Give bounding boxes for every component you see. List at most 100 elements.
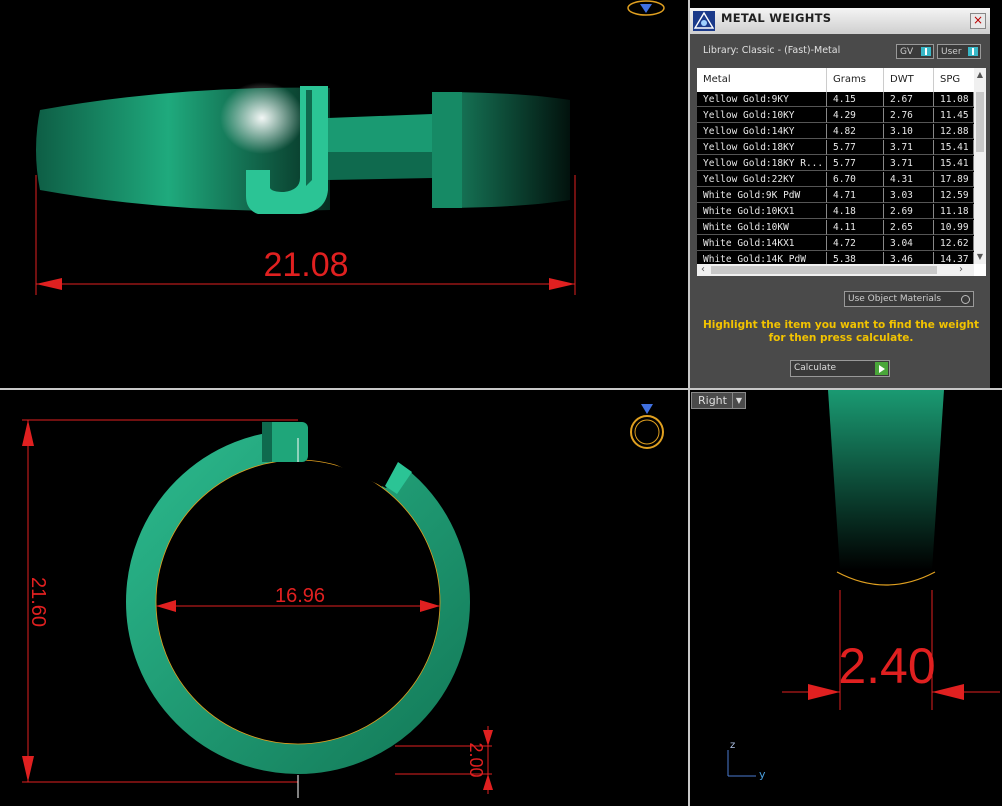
column-spg[interactable]: SPG (934, 68, 974, 92)
table-cell: 4.15 (827, 92, 884, 107)
table-cell: Yellow Gold:10KY (697, 108, 827, 123)
viewport-front[interactable]: 21.60 16.96 2.00 (0, 390, 688, 806)
table-row[interactable]: Yellow Gold:9KY 4.15 2.67 11.08 (697, 92, 974, 108)
radio-icon (961, 295, 970, 304)
scroll-thumb[interactable] (976, 92, 984, 152)
table-row[interactable]: White Gold:14KX1 4.72 3.04 12.62 (697, 236, 974, 252)
table-row[interactable]: White Gold:9K PdW 4.71 3.03 12.59 (697, 188, 974, 204)
table-cell: 4.72 (827, 236, 884, 251)
column-metal[interactable]: Metal (697, 68, 827, 92)
view-selector-label: Right (698, 394, 727, 407)
close-button[interactable]: × (970, 13, 986, 29)
table-body: Yellow Gold:9KY 4.15 2.67 11.08 Yellow Gold:… (697, 92, 974, 264)
table-row[interactable]: Yellow Gold:10KY 4.29 2.76 11.45 (697, 108, 974, 124)
table-cell: 4.11 (827, 220, 884, 235)
gv-toggle[interactable]: GV (896, 44, 934, 59)
gv-toggle-label: GV (900, 47, 914, 57)
panel-title: METAL WEIGHTS (721, 11, 832, 25)
table-cell: Yellow Gold:9KY (697, 92, 827, 107)
axis-gizmo: z y (727, 740, 766, 781)
table-cell: White Gold:10KW (697, 220, 827, 235)
table-cell: Yellow Gold:22KY (697, 172, 827, 187)
user-toggle-label: User (941, 47, 962, 57)
toggle-knob-icon (968, 47, 978, 56)
table-cell: 17.89 (934, 172, 974, 187)
table-cell: 12.59 (934, 188, 974, 203)
panel-title-bar[interactable]: METAL WEIGHTS × (690, 8, 990, 34)
table-cell: White Gold:10KX1 (697, 204, 827, 219)
table-row[interactable]: Yellow Gold:22KY 6.70 4.31 17.89 (697, 172, 974, 188)
thickness-dimension: 2.00 (466, 742, 486, 777)
viewport-divider-horizontal[interactable] (0, 388, 1002, 390)
table-row[interactable]: White Gold:10KW 4.11 2.65 10.99 (697, 220, 974, 236)
table-header: Metal Grams DWT SPG (697, 68, 986, 92)
table-cell: 4.71 (827, 188, 884, 203)
use-object-materials-toggle[interactable]: Use Object Materials (844, 291, 974, 307)
table-cell: 15.41 (934, 156, 974, 171)
table-cell: 4.29 (827, 108, 884, 123)
width-dimension: 21.08 (263, 246, 348, 284)
scroll-left-icon[interactable]: ‹ (697, 264, 709, 276)
table-cell: 11.08 (934, 92, 974, 107)
table-row[interactable]: White Gold:14K PdW 5.38 3.46 14.37 (697, 252, 974, 264)
table-cell: 4.82 (827, 124, 884, 139)
vertical-scrollbar[interactable]: ▲ ▼ (974, 68, 986, 264)
scroll-up-icon[interactable]: ▲ (975, 70, 985, 80)
axis-y-label: y (759, 768, 766, 781)
table-cell: 4.31 (884, 172, 934, 187)
table-cell: 2.67 (884, 92, 934, 107)
table-cell: 2.65 (884, 220, 934, 235)
table-row[interactable]: Yellow Gold:18KY R... 5.77 3.71 15.41 (697, 156, 974, 172)
table-cell: 3.71 (884, 156, 934, 171)
column-dwt[interactable]: DWT (884, 68, 934, 92)
calculate-button[interactable]: Calculate (790, 360, 890, 377)
table-cell: 5.77 (827, 156, 884, 171)
use-object-materials-label: Use Object Materials (848, 294, 942, 304)
profile-width-dimension: 2.40 (838, 638, 935, 694)
table-cell: Yellow Gold:18KY R... (697, 156, 827, 171)
table-row[interactable]: Yellow Gold:18KY 5.77 3.71 15.41 (697, 140, 974, 156)
table-cell: White Gold:14K PdW (697, 252, 827, 264)
table-cell: 6.70 (827, 172, 884, 187)
toggle-knob-icon (921, 47, 931, 56)
table-cell: 5.38 (827, 252, 884, 264)
column-grams[interactable]: Grams (827, 68, 884, 92)
play-icon (875, 362, 888, 375)
table-cell: 11.18 (934, 204, 974, 219)
viewport-top[interactable]: 21.08 (0, 0, 688, 388)
table-cell: 14.37 (934, 252, 974, 264)
ring-icon[interactable] (630, 404, 664, 449)
user-toggle[interactable]: User (937, 44, 981, 59)
table-cell: 5.77 (827, 140, 884, 155)
table-cell: Yellow Gold:18KY (697, 140, 827, 155)
table-cell: 3.03 (884, 188, 934, 203)
view-selector[interactable]: Right ▼ (691, 392, 746, 409)
table-row[interactable]: White Gold:10KX1 4.18 2.69 11.18 (697, 204, 974, 220)
viewport-right[interactable]: 2.40 z y (690, 390, 1002, 806)
outer-diameter-dimension: 21.60 (27, 577, 49, 627)
scroll-right-icon[interactable]: › (955, 264, 967, 276)
table-cell: 12.62 (934, 236, 974, 251)
ring-front-view: 21.60 16.96 2.00 (22, 404, 664, 798)
horizontal-scrollbar[interactable]: ‹ › (697, 264, 974, 276)
table-cell: 10.99 (934, 220, 974, 235)
table-cell: 11.45 (934, 108, 974, 123)
table-cell: 15.41 (934, 140, 974, 155)
table-cell: White Gold:9K PdW (697, 188, 827, 203)
calculate-label: Calculate (794, 363, 837, 373)
table-cell: 4.18 (827, 204, 884, 219)
ring-side-view: 21.08 (35, 0, 665, 295)
table-cell: 3.04 (884, 236, 934, 251)
table-cell: 3.71 (884, 140, 934, 155)
table-cell: 3.46 (884, 252, 934, 264)
scroll-thumb-horizontal[interactable] (711, 266, 937, 274)
app-logo-icon (693, 11, 715, 31)
axis-z-label: z (730, 740, 735, 751)
chevron-down-icon: ▼ (732, 393, 745, 408)
library-label: Library: Classic - (Fast)-Metal (703, 45, 841, 56)
render-icon[interactable] (627, 0, 665, 16)
scroll-down-icon[interactable]: ▼ (975, 252, 985, 262)
table-row[interactable]: Yellow Gold:14KY 4.82 3.10 12.88 (697, 124, 974, 140)
table-cell: Yellow Gold:14KY (697, 124, 827, 139)
table-cell: 3.10 (884, 124, 934, 139)
